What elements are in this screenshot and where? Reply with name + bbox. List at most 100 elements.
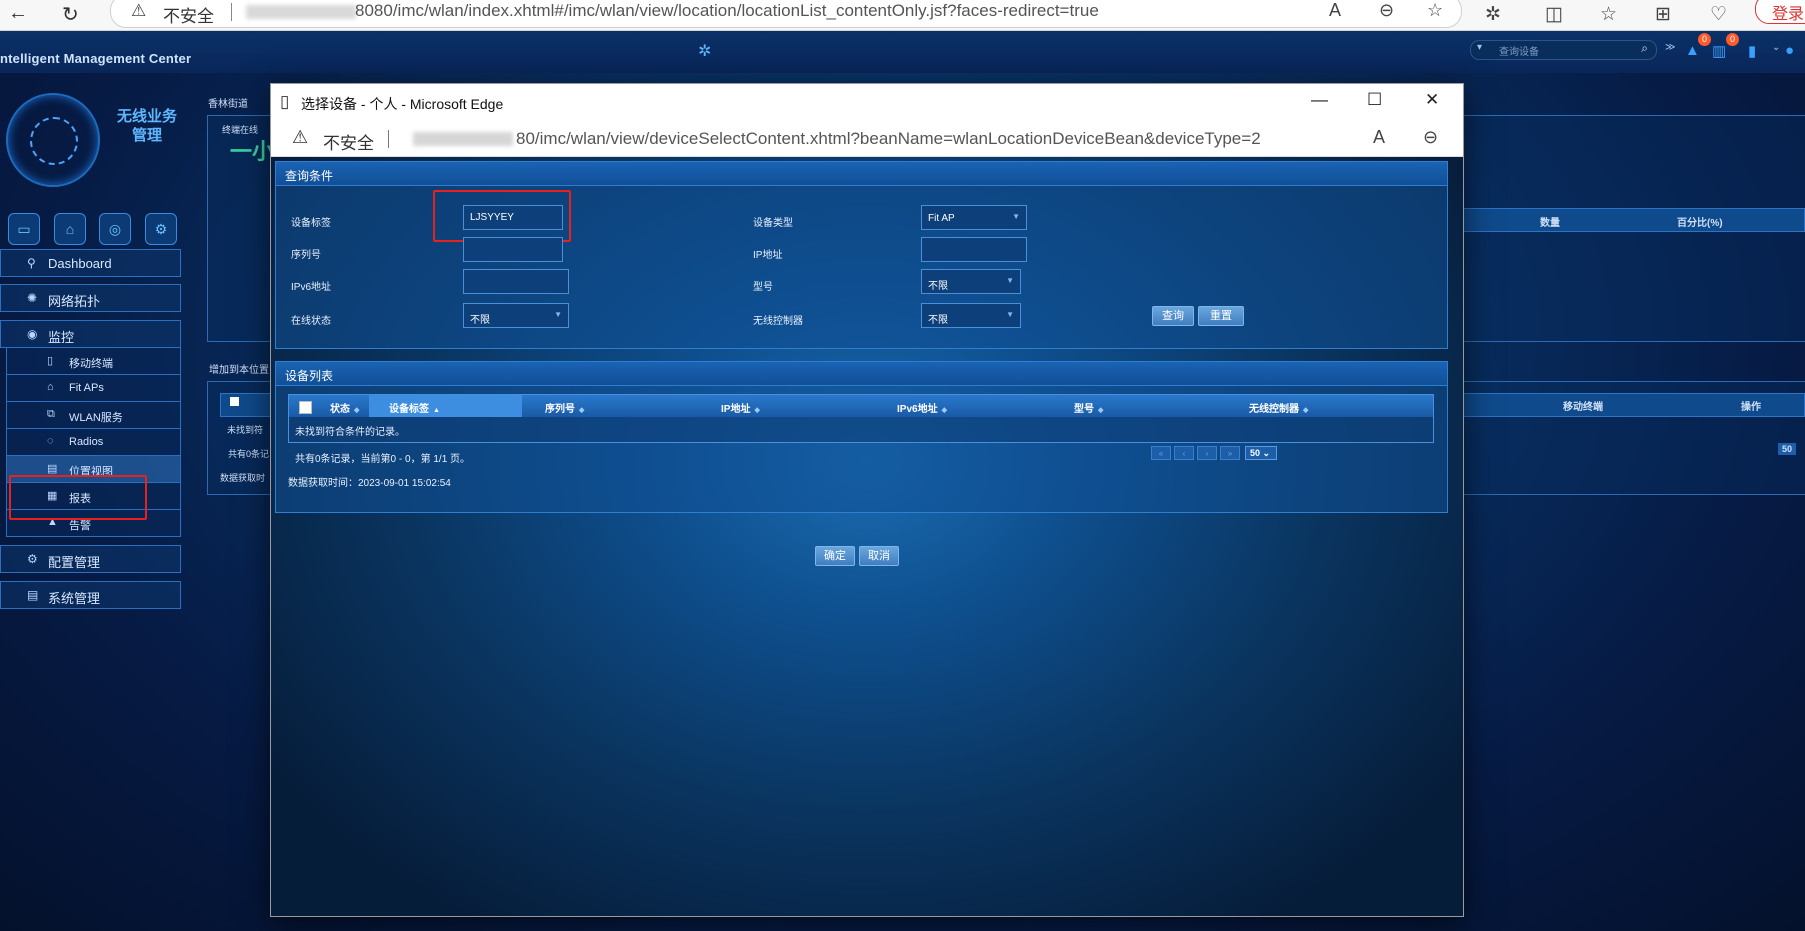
sort-icon: ◆ <box>941 407 947 414</box>
search-type-icon[interactable]: ▾ <box>1477 42 1482 53</box>
page-size-select[interactable]: 50 ⌄ <box>1245 446 1277 460</box>
settings-gear-icon[interactable]: ✲ <box>698 41 711 61</box>
divider <box>388 130 389 148</box>
favorite-star-icon[interactable]: ☆ <box>1427 0 1443 21</box>
col-ipv6[interactable]: IPv6地址 ◆ <box>897 400 947 415</box>
refresh-icon[interactable]: ↻ <box>62 2 79 27</box>
bg-page-size[interactable]: 50 <box>1778 443 1797 455</box>
ip-input[interactable] <box>921 237 1027 262</box>
login-button[interactable]: 登录 <box>1755 0 1805 24</box>
ap-module-icon[interactable]: ⌂ <box>54 213 86 245</box>
settings-module-icon[interactable]: ⚙ <box>145 213 177 245</box>
back-icon[interactable]: ← <box>8 2 28 25</box>
grid-header: 状态 ◆ 设备标签 ▲ 序列号 ◆ IP地址 ◆ IPv6地址 ◆ 型号 ◆ 无线控制器 ◆ <box>289 395 1433 417</box>
last-page-icon[interactable]: » <box>1220 446 1240 460</box>
menu-monitor[interactable]: ◉ 监控 <box>0 320 181 348</box>
select-all-checkbox[interactable] <box>299 401 312 414</box>
report-icon[interactable]: ▥ <box>1712 42 1726 60</box>
pager-summary: 共有0条记录，当前第0 - 0，第 1/1 页。 <box>295 454 471 465</box>
search-icon[interactable]: ⌕ <box>1641 41 1648 56</box>
menu-topology[interactable]: ✺ 网络拓扑 <box>0 284 181 312</box>
zoom-out-icon[interactable]: ⊖ <box>1379 0 1394 21</box>
bg-not-found: 未找到符 <box>227 425 264 435</box>
read-aloud-icon[interactable]: A <box>1373 127 1385 148</box>
ip-label: IP地址 <box>753 250 783 261</box>
alarm-badge: 0 <box>1698 33 1711 46</box>
read-aloud-icon[interactable]: A <box>1329 0 1341 21</box>
minimize-icon[interactable]: — <box>1311 90 1328 110</box>
reset-button[interactable]: 重置 <box>1198 306 1244 326</box>
next-page-icon[interactable]: › <box>1197 446 1217 460</box>
monitor-icon: ◉ <box>27 327 38 341</box>
popup-title: 选择设备 - 个人 - Microsoft Edge <box>301 96 504 112</box>
more-icon[interactable]: ⌄ <box>1772 42 1780 53</box>
extensions-icon[interactable]: ✲ <box>1485 3 1501 26</box>
first-page-icon[interactable]: « <box>1151 446 1171 460</box>
user-icon[interactable]: ● <box>1785 42 1794 59</box>
warning-icon: ⚠ <box>131 1 147 20</box>
query-heading: 查询条件 <box>276 162 1447 186</box>
bg-check[interactable] <box>230 397 239 406</box>
favorites-icon[interactable]: ☆ <box>1600 3 1617 26</box>
health-icon[interactable]: ♡ <box>1710 3 1727 26</box>
prev-page-icon[interactable]: ‹ <box>1174 446 1194 460</box>
bg-col-mobile: 移动终端 <box>1563 402 1603 413</box>
submenu-wlan[interactable]: ⧉ WLAN服务 <box>6 402 181 429</box>
serial-input[interactable] <box>463 237 563 262</box>
sort-icon: ◆ <box>1303 407 1309 414</box>
address-bar[interactable]: ⚠ 不安全 8080/imc/wlan/index.xhtml#/imc/wla… <box>110 0 1462 28</box>
wireless-logo <box>6 93 100 187</box>
device-search-box[interactable]: ▾ 查询设备 ⌕ <box>1470 40 1657 60</box>
bg-col-count: 数量 <box>1540 218 1560 229</box>
col-ip[interactable]: IP地址 ◆ <box>721 400 760 415</box>
terminal-module-icon[interactable]: ▭ <box>8 213 40 245</box>
submenu-radios[interactable]: ◌ Radios <box>6 429 181 456</box>
page-size-value: 50 <box>1250 448 1261 458</box>
submenu-mobile[interactable]: ▯ 移动终端 <box>6 348 181 375</box>
ok-button[interactable]: 确定 <box>815 546 855 566</box>
submenu-fitaps[interactable]: ⌂ Fit APs <box>6 375 181 402</box>
col-status[interactable]: 状态 ◆ <box>330 400 359 415</box>
menu-dashboard[interactable]: ⚲ Dashboard <box>0 249 181 277</box>
col-serial[interactable]: 序列号 ◆ <box>545 400 584 415</box>
cancel-button[interactable]: 取消 <box>859 546 899 566</box>
device-grid: 状态 ◆ 设备标签 ▲ 序列号 ◆ IP地址 ◆ IPv6地址 ◆ 型号 ◆ 无线控制器 ◆ … <box>288 394 1434 443</box>
popup-address-bar[interactable]: ⚠ 不安全 80/imc/wlan/view/deviceSelectConte… <box>271 120 1463 157</box>
close-icon[interactable]: ✕ <box>1425 90 1439 110</box>
maximize-icon[interactable]: ☐ <box>1367 90 1382 110</box>
wireless-module-icon[interactable]: ◎ <box>99 213 131 245</box>
collections-icon[interactable]: ⊞ <box>1655 3 1671 26</box>
ipv6-input[interactable] <box>463 269 569 294</box>
dropdown-arrow-icon: ▼ <box>1012 212 1020 221</box>
col-status-label: 状态 <box>330 404 350 415</box>
online-status-select[interactable]: 不限 ▼ <box>463 303 569 328</box>
menu-config[interactable]: ⚙ 配置管理 <box>0 545 181 573</box>
alarm-icon[interactable]: ▲ <box>1685 42 1700 59</box>
dropdown-arrow-icon: ▼ <box>554 310 562 319</box>
search-button[interactable]: 查询 <box>1152 306 1194 326</box>
col-controller-label: 无线控制器 <box>1249 404 1299 415</box>
insecure-label: 不安全 <box>163 7 214 26</box>
sort-icon: ◆ <box>354 407 360 414</box>
expand-icon[interactable]: ≫ <box>1665 42 1675 53</box>
split-screen-icon[interactable]: ◫ <box>1545 3 1563 26</box>
menu-system[interactable]: ▤ 系统管理 <box>0 581 181 609</box>
col-controller[interactable]: 无线控制器 ◆ <box>1249 400 1308 415</box>
sort-icon: ◆ <box>1098 407 1104 414</box>
bg-total: 共有0条记 <box>228 449 270 459</box>
col-ip-label: IP地址 <box>721 404 751 415</box>
controller-select[interactable]: 不限 ▼ <box>921 303 1021 328</box>
col-device-label-label: 设备标签 <box>389 404 429 415</box>
col-device-label[interactable]: 设备标签 ▲ <box>389 400 440 415</box>
building-icon: ▤ <box>47 463 58 475</box>
model-select[interactable]: 不限 ▼ <box>921 269 1021 294</box>
device-type-select[interactable]: Fit AP ▼ <box>921 205 1027 230</box>
col-model-label: 型号 <box>1074 404 1094 415</box>
zoom-out-icon[interactable]: ⊖ <box>1423 127 1438 148</box>
breadcrumb: 香林街道 <box>208 99 248 110</box>
bookmark-icon[interactable]: ▮ <box>1748 42 1756 60</box>
bg-right-head <box>1460 208 1805 232</box>
sort-icon: ◆ <box>579 407 585 414</box>
col-model[interactable]: 型号 ◆ <box>1074 400 1103 415</box>
add-to-location[interactable]: 增加到本位置 <box>209 361 269 376</box>
